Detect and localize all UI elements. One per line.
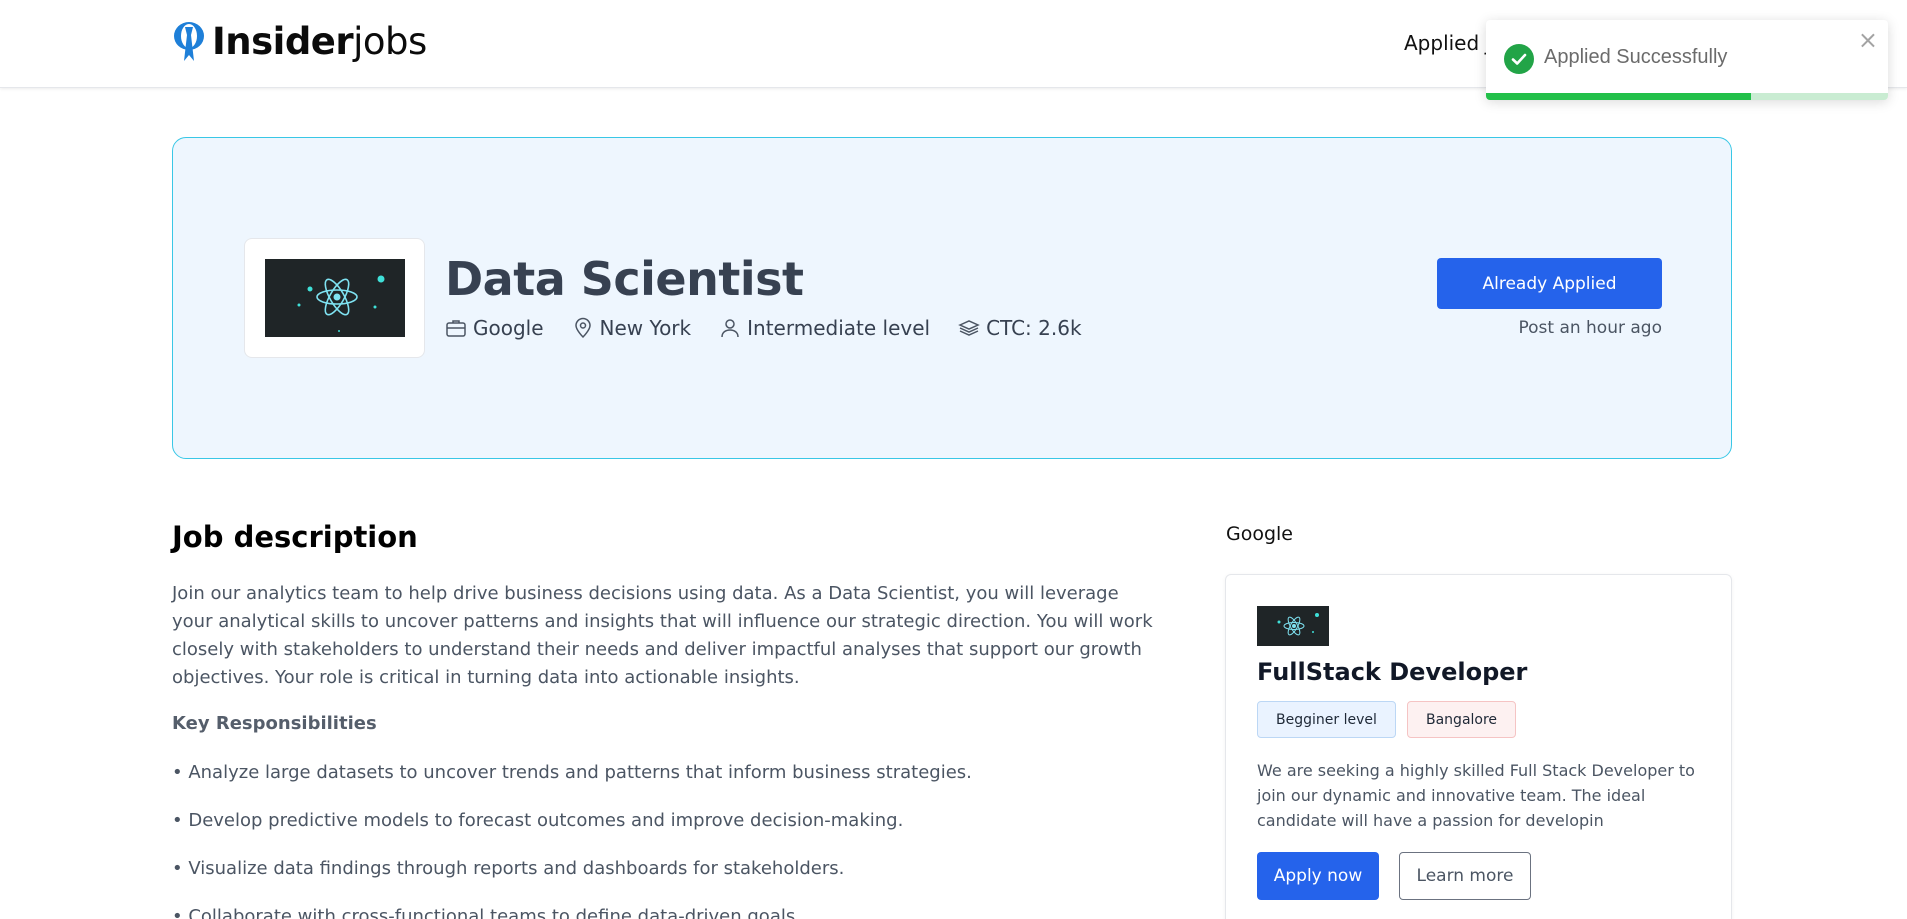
apply-now-button[interactable]: Apply now xyxy=(1257,852,1379,900)
toast-message: Applied Successfully xyxy=(1544,46,1728,68)
toast-progress-bar xyxy=(1486,93,1752,100)
posted-time: Post an hour ago xyxy=(1518,318,1662,338)
related-job-description: We are seeking a highly skilled Full Sta… xyxy=(1257,761,1695,830)
job-ctc: CTC: 2.6k xyxy=(986,316,1082,340)
insiderjobs-logo[interactable]: Insiderjobs xyxy=(172,20,427,63)
related-job-title[interactable]: FullStack Developer xyxy=(1257,658,1527,686)
job-description-intro: Join our analytics team to help drive bu… xyxy=(172,583,1153,688)
close-icon[interactable]: × xyxy=(1858,26,1878,54)
learn-more-button[interactable]: Learn more xyxy=(1399,852,1531,900)
job-level: Intermediate level xyxy=(747,316,931,340)
person-icon xyxy=(721,319,739,338)
location-pin-icon xyxy=(574,317,591,339)
logo-mark-icon xyxy=(174,21,204,61)
related-job-card: FullStack Developer Begginer level Banga… xyxy=(1225,574,1732,919)
nav-applied-jobs-link[interactable]: Applied J xyxy=(1404,31,1491,55)
briefcase-icon xyxy=(446,320,466,337)
meta-ctc: CTC: 2.6k xyxy=(958,316,1082,340)
responsibilities-heading: Key Responsibilities xyxy=(172,713,377,734)
job-description-heading: Job description xyxy=(172,520,418,554)
company-logo-frame xyxy=(244,238,425,358)
meta-location: New York xyxy=(572,316,692,340)
location-tag: Bangalore xyxy=(1407,701,1517,738)
already-applied-button[interactable]: Already Applied xyxy=(1437,258,1662,309)
job-meta-row: Google New York Intermediate level CTC: … xyxy=(445,316,1110,340)
responsibility-item: • Visualize data findings through report… xyxy=(172,858,845,879)
job-title: Data Scientist xyxy=(445,252,804,306)
company-name: Google xyxy=(473,316,544,340)
meta-level: Intermediate level xyxy=(719,316,930,340)
job-location: New York xyxy=(599,316,692,340)
company-logo-image xyxy=(1257,606,1329,646)
level-tag: Begginer level xyxy=(1257,701,1396,738)
company-logo-image xyxy=(264,259,405,337)
responsibility-item: • Collaborate with cross-functional team… xyxy=(172,906,801,919)
more-jobs-company-label: Google xyxy=(1226,523,1294,545)
responsibility-item: • Develop predictive models to forecast … xyxy=(172,810,904,831)
logo-wordmark: Insiderjobs xyxy=(212,20,427,63)
responsibility-item: • Analyze large datasets to uncover tren… xyxy=(172,762,972,783)
job-header-card: Data Scientist Google New York Intermedi… xyxy=(172,137,1732,459)
meta-company: Google xyxy=(445,316,544,340)
money-stack-icon xyxy=(958,320,980,336)
check-circle-icon xyxy=(1504,44,1534,74)
success-toast: Applied Successfully × xyxy=(1486,20,1888,100)
